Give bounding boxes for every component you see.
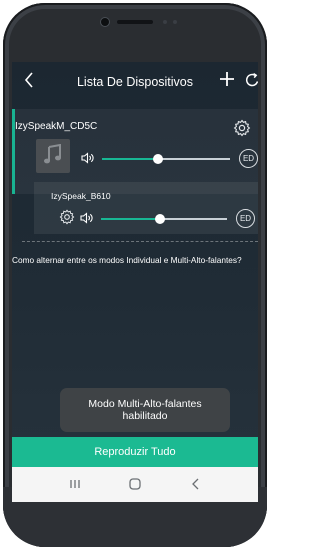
front-camera-icon	[101, 18, 109, 26]
phone-top-bezel	[0, 0, 270, 62]
gear-icon[interactable]	[233, 119, 251, 137]
volume-slider-track	[158, 158, 230, 160]
device-card-secondary[interactable]: IzySpeak_B610 ED	[34, 182, 258, 234]
light-sensor	[173, 20, 177, 24]
toast-message: Modo Multi-Alto-falantes habilitado	[60, 388, 230, 432]
volume-slider-fill	[102, 158, 159, 160]
volume-slider-knob[interactable]	[155, 214, 166, 224]
album-art	[36, 139, 70, 173]
top-bar: Lista De Dispositivos	[12, 62, 258, 102]
back-nav-icon[interactable]	[188, 476, 204, 492]
volume-icon	[80, 211, 94, 225]
gear-icon[interactable]	[59, 209, 77, 227]
app-screen: Lista De Dispositivos IzySpeakM_CD5C ED	[12, 62, 258, 502]
device-name: IzySpeak_B610	[51, 191, 111, 201]
mode-badge-button[interactable]: ED	[239, 149, 258, 168]
toast-text: Modo Multi-Alto-falantes habilitado	[88, 398, 202, 422]
recent-apps-icon[interactable]	[67, 476, 83, 492]
volume-slider-track	[160, 218, 227, 220]
help-link[interactable]: Como alternar entre os modos Individual …	[12, 255, 258, 265]
divider	[22, 241, 258, 242]
play-all-button[interactable]: Reproduzir Tudo	[12, 437, 258, 467]
volume-slider[interactable]	[101, 213, 227, 225]
plus-icon[interactable]	[219, 69, 235, 91]
system-nav-bar	[12, 467, 258, 502]
volume-icon	[81, 151, 95, 165]
mode-badge-button[interactable]: ED	[236, 209, 255, 228]
music-note-icon	[43, 143, 63, 171]
volume-slider-fill	[101, 218, 161, 220]
device-name: IzySpeakM_CD5C	[15, 121, 98, 132]
earpiece-speaker	[117, 20, 153, 24]
proximity-sensor	[163, 20, 167, 24]
volume-slider-knob[interactable]	[153, 154, 164, 164]
refresh-icon[interactable]	[244, 72, 258, 90]
volume-slider[interactable]	[102, 153, 230, 165]
home-icon[interactable]	[127, 476, 143, 492]
